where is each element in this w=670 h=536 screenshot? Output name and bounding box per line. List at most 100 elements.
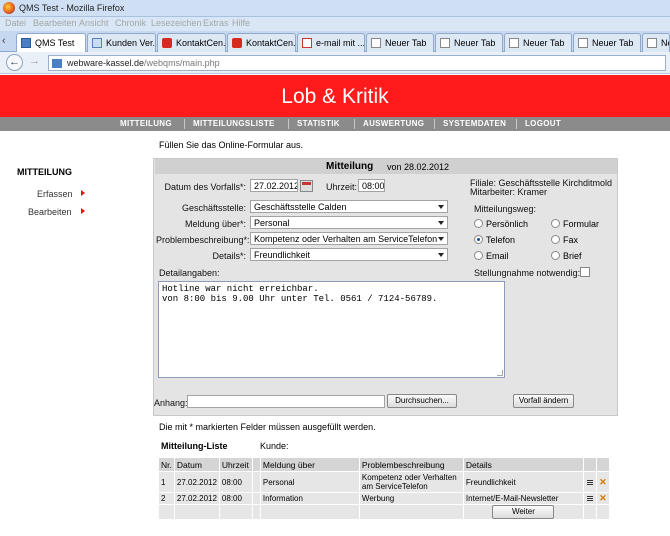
row-details: Internet/E-Mail-Newsletter	[462, 492, 584, 505]
menu-hilfe[interactable]: Hilfe	[232, 18, 250, 28]
radio-label-brief: Brief	[563, 251, 582, 261]
menubar: Datei Bearbeiten Ansicht Chronik Lesezei…	[0, 17, 670, 31]
details-label: Details*:	[212, 251, 246, 261]
url-text: webware-kassel.de/webqms/main.php	[67, 58, 220, 68]
problem-select[interactable]: Kompetenz oder Verhalten am ServiceTelef…	[250, 232, 448, 245]
tab-qms-test[interactable]: QMS Test	[16, 33, 86, 53]
table-footer: Weiter	[158, 504, 610, 520]
radio-formular[interactable]	[551, 219, 560, 228]
sidebar-item-erfassen[interactable]: Erfassen	[37, 189, 73, 199]
gmail-icon	[302, 38, 312, 48]
tab-kontaktcenter-2[interactable]: KontaktCen...	[227, 33, 296, 52]
geschaeftsstelle-label: Geschäftsstelle:	[181, 203, 246, 213]
tab-bar: ‹ QMS Test Kunden Ver... KontaktCen... K…	[0, 31, 670, 53]
radio-label-telefon: Telefon	[486, 235, 516, 245]
weiter-button[interactable]: Weiter	[492, 505, 555, 519]
row-details: Freundlichkeit	[462, 471, 584, 493]
page-icon	[92, 38, 102, 48]
tab-new-5[interactable]: Neue	[642, 33, 670, 52]
delete-icon[interactable]: ✕	[599, 477, 607, 487]
resize-grip-icon[interactable]	[497, 370, 503, 376]
blank-page-icon	[509, 38, 519, 48]
row-datum: 27.02.2012	[173, 492, 220, 505]
menu-ansicht[interactable]: Ansicht	[79, 18, 109, 28]
details-select[interactable]: Freundlichkeit	[250, 248, 448, 261]
row-datum: 27.02.2012	[173, 471, 220, 493]
row-problem: Kompetenz oder Verhalten am ServiceTelefo…	[358, 471, 464, 493]
anhang-input[interactable]	[187, 395, 385, 408]
menu-auswertung[interactable]: AUSWERTUNG	[363, 119, 424, 128]
mandatory-note: Die mit * markierten Felder müssen ausge…	[159, 422, 376, 432]
tab-scroll-left-icon[interactable]: ‹	[2, 35, 6, 47]
tab-new-1[interactable]: Neuer Tab	[366, 33, 434, 52]
datum-input[interactable]: 27.02.2012	[250, 179, 298, 192]
kunde-label: Kunde:	[260, 441, 289, 451]
row-delete[interactable]: ✕	[595, 492, 610, 505]
geschaeftsstelle-select[interactable]: Geschäftsstelle Calden	[250, 200, 448, 213]
stellungnahme-checkbox[interactable]	[580, 267, 590, 277]
radio-fax[interactable]	[551, 235, 560, 244]
radio-label-email: Email	[486, 251, 509, 261]
window-titlebar: QMS Test - Mozilla Firefox	[0, 0, 670, 17]
table-row[interactable]: 1 27.02.2012 08:00 Personal Kompetenz od…	[158, 471, 610, 493]
menu-chronik[interactable]: Chronik	[115, 18, 146, 28]
menu-statistik[interactable]: STATISTIK	[297, 119, 340, 128]
form-date: von 28.02.2012	[387, 162, 450, 172]
back-icon[interactable]: ←	[6, 54, 23, 71]
tab-email[interactable]: e-mail mit ...	[297, 33, 365, 52]
main-menu: MITTEILUNG MITTEILUNGSLISTE STATISTIK AU…	[0, 117, 670, 131]
blank-page-icon	[647, 38, 657, 48]
row-meldung: Personal	[259, 471, 360, 493]
row-edit[interactable]	[582, 471, 597, 493]
detailangaben-label: Detailangaben:	[159, 268, 220, 278]
list-icon[interactable]	[586, 496, 593, 501]
url-bar[interactable]: webware-kassel.de/webqms/main.php	[48, 55, 666, 71]
radio-telefon[interactable]	[474, 235, 483, 244]
site-icon	[52, 59, 62, 68]
menu-mitteilungsliste[interactable]: MITTEILUNGSLISTE	[193, 119, 275, 128]
blank-page-icon	[371, 38, 381, 48]
form-intro: Füllen Sie das Online-Formular aus.	[159, 140, 304, 150]
menu-lesezeichen[interactable]: Lesezeichen	[151, 18, 202, 28]
qms-page-icon	[21, 38, 31, 48]
tab-new-3[interactable]: Neuer Tab	[504, 33, 572, 52]
tab-new-4[interactable]: Neuer Tab	[573, 33, 641, 52]
row-nr: 1	[158, 471, 175, 493]
tab-new-2[interactable]: Neuer Tab	[435, 33, 503, 52]
blank-page-icon	[578, 38, 588, 48]
uhrzeit-input[interactable]: 08:00	[358, 179, 385, 192]
vorfall-aendern-button[interactable]: Vorfall ändern	[513, 394, 574, 408]
col-nr: Nr.	[158, 457, 175, 472]
mitteilungsweg-label: Mitteilungsweg:	[474, 204, 537, 214]
row-delete[interactable]: ✕	[595, 471, 610, 493]
tab-kunden[interactable]: Kunden Ver...	[87, 33, 156, 52]
menu-datei[interactable]: Datei	[5, 18, 26, 28]
forward-icon[interactable]: →	[26, 54, 43, 71]
menu-extras[interactable]: Extras	[203, 18, 229, 28]
row-edit[interactable]	[582, 492, 597, 505]
form-title: Mitteilung	[326, 161, 374, 172]
radio-label-formular: Formular	[563, 219, 600, 229]
navigation-bar: ← → webware-kassel.de/webqms/main.php	[0, 52, 670, 74]
list-icon[interactable]	[586, 479, 593, 485]
sidebar-item-bearbeiten[interactable]: Bearbeiten	[28, 207, 72, 217]
radio-persoenlich[interactable]	[474, 219, 483, 228]
calendar-icon[interactable]	[300, 180, 313, 192]
delete-icon[interactable]: ✕	[599, 494, 607, 504]
menu-systemdaten[interactable]: SYSTEMDATEN	[443, 119, 506, 128]
radio-email[interactable]	[474, 251, 483, 260]
arrow-right-icon	[81, 190, 85, 196]
menu-logout[interactable]: LOGOUT	[525, 119, 561, 128]
browse-button[interactable]: Durchsuchen...	[387, 394, 457, 408]
row-nr: 2	[158, 492, 175, 505]
menu-bearbeiten[interactable]: Bearbeiten	[33, 18, 77, 28]
meldung-label: Meldung über*:	[184, 219, 246, 229]
col-datum: Datum	[173, 457, 220, 472]
detailangaben-textarea[interactable]: Hotline war nicht erreichbar. von 8:00 b…	[158, 281, 505, 378]
tab-kontaktcenter-1[interactable]: KontaktCen...	[157, 33, 226, 52]
radio-brief[interactable]	[551, 251, 560, 260]
menu-mitteilung[interactable]: MITTEILUNG	[120, 119, 172, 128]
meldung-select[interactable]: Personal	[250, 216, 448, 229]
table-row[interactable]: 2 27.02.2012 08:00 Information Werbung I…	[158, 492, 610, 505]
problem-label: Problembeschreibung*:	[156, 235, 250, 245]
